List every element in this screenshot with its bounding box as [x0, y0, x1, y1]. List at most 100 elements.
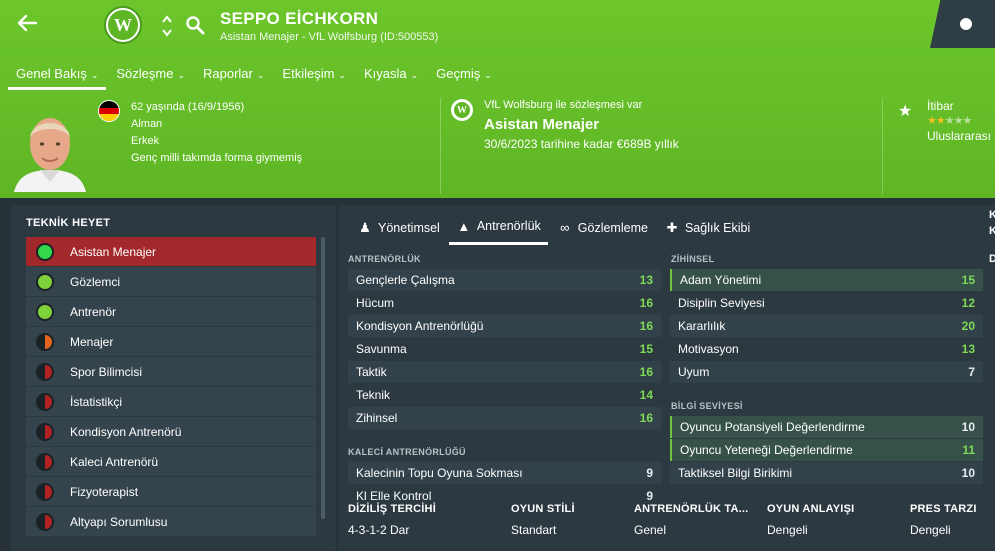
- reputation-label: İtibar: [927, 99, 954, 113]
- attribute-row[interactable]: Oyuncu Yeteneği Değerlendirme 11: [670, 439, 983, 461]
- nav-kiyasla[interactable]: Kıyasla ⌄: [356, 62, 426, 90]
- attribute-row[interactable]: Uyum 7: [670, 361, 983, 383]
- star-icon: ★: [898, 103, 913, 120]
- flag-germany-icon: [98, 100, 120, 122]
- attribute-label: Motivasyon: [678, 342, 739, 356]
- attribute-label: Gençlerle Çalışma: [356, 273, 455, 287]
- status-dot-icon: [36, 332, 54, 351]
- tab-yonetimsel[interactable]: ♟ Yönetimsel: [350, 213, 447, 245]
- tab-antrenorluk[interactable]: ▲ Antrenörlük: [448, 213, 548, 245]
- age-text: 62 yaşında (16/9/1956): [131, 101, 245, 113]
- nav-genel-bakis[interactable]: Genel Bakış ⌄: [8, 62, 107, 90]
- profile-nav: Genel Bakış ⌄ Sözleşme ⌄ Raporlar ⌄ Etkileş…: [8, 62, 502, 90]
- status-dot-icon: [36, 302, 54, 321]
- club-logo-letter: W: [108, 10, 138, 40]
- attribute-row[interactable]: Oyuncu Potansiyeli Değerlendirme 10: [670, 416, 983, 438]
- nationality-text: Alman: [131, 118, 163, 130]
- staff-item[interactable]: İstatistikçi: [26, 387, 316, 416]
- attribute-row[interactable]: Taktik 16: [348, 361, 661, 383]
- staff-item[interactable]: Antrenör: [26, 297, 316, 326]
- staff-item-label: Asistan Menajer: [70, 244, 157, 259]
- summary-value: 4-3-1-2 Dar: [348, 523, 410, 537]
- staff-item-label: Altyapı Sorumlusu: [70, 514, 168, 529]
- staff-item-label: Gözlemci: [70, 274, 121, 289]
- back-arrow-icon[interactable]: [16, 12, 42, 38]
- summary-label: ANTRENÖRLÜK TA...: [634, 503, 749, 515]
- attribute-row[interactable]: Kondisyon Antrenörlüğü 16: [348, 315, 661, 337]
- attribute-value: 7: [968, 365, 975, 379]
- attribute-label: Kondisyon Antrenörlüğü: [356, 319, 484, 333]
- staff-item[interactable]: Kondisyon Antrenörü: [26, 417, 316, 446]
- attribute-row[interactable]: Savunma 15: [348, 338, 661, 360]
- attribute-row[interactable]: Disiplin Seviyesi 12: [670, 292, 983, 314]
- attribute-value: 9: [646, 489, 653, 503]
- attribute-value: 9: [646, 466, 653, 480]
- staff-panel-title: TEKNİK HEYET: [26, 217, 111, 229]
- attribute-label: Hücum: [356, 296, 395, 310]
- attribute-value: 14: [639, 388, 653, 402]
- chevron-down-icon: ⌄: [90, 70, 99, 80]
- attribute-row[interactable]: Kalecinin Topu Oyuna Sokması 9: [348, 462, 661, 484]
- search-icon[interactable]: [184, 14, 206, 36]
- attribute-value: 15: [639, 342, 653, 356]
- staff-item[interactable]: Menajer: [26, 327, 316, 356]
- status-dot-icon: [36, 272, 54, 291]
- staff-item[interactable]: Fizyoterapist: [26, 477, 316, 506]
- staff-list: Asistan Menajer Gözlemci Antrenör Menajer Sp…: [26, 237, 316, 537]
- staff-item[interactable]: Altyapı Sorumlusu: [26, 507, 316, 536]
- person-icon: ♟: [359, 219, 371, 235]
- staff-item[interactable]: Kaleci Antrenörü: [26, 447, 316, 476]
- attribute-value: 16: [639, 365, 653, 379]
- attribute-label: Taktik: [356, 365, 387, 379]
- attribute-tabs: ♟ Yönetimsel ▲ Antrenörlük ∞ Gözlemleme ✚ Sa…: [350, 213, 759, 245]
- tab-saglik-ekibi[interactable]: ✚ Sağlık Ekibi: [657, 213, 757, 245]
- person-subtitle: Asistan Menajer - VfL Wolfsburg (ID:5005…: [220, 31, 439, 43]
- attribute-row[interactable]: Hücum 16: [348, 292, 661, 314]
- chevron-down-icon: ⌄: [256, 70, 265, 80]
- football-icon: [958, 16, 974, 32]
- attribute-row[interactable]: Motivasyon 13: [670, 338, 983, 360]
- status-dot-icon: [36, 392, 54, 411]
- attribute-row[interactable]: Kararlılık 20: [670, 315, 983, 337]
- staff-item-label: Spor Bilimcisi: [70, 364, 143, 379]
- person-name: SEPPO EİCHKORN: [220, 9, 379, 28]
- scrollbar[interactable]: [321, 237, 325, 519]
- staff-item-label: İstatistikçi: [70, 394, 123, 409]
- staff-item[interactable]: Gözlemci: [26, 267, 316, 296]
- status-dot-icon: [36, 512, 54, 531]
- staff-item[interactable]: Asistan Menajer: [26, 237, 316, 266]
- chevron-down-icon: ⌄: [338, 70, 346, 80]
- attribute-label: Savunma: [356, 342, 407, 356]
- contract-until: 30/6/2023 tarihine kadar €689B yıllık: [484, 137, 679, 151]
- tab-gozlemleme[interactable]: ∞ Gözlemleme: [550, 213, 655, 245]
- attribute-row[interactable]: Zihinsel 16: [348, 407, 661, 429]
- staff-item-label: Kaleci Antrenörü: [70, 454, 159, 469]
- summary-value: Dengeli: [910, 523, 951, 537]
- contract-role: Asistan Menajer: [484, 116, 600, 133]
- attribute-value: 20: [961, 319, 975, 333]
- attribute-row[interactable]: Gençlerle Çalışma 13: [348, 269, 661, 291]
- summary-value: Genel: [634, 523, 667, 537]
- attribute-row[interactable]: Teknik 14: [348, 384, 661, 406]
- staff-item[interactable]: Spor Bilimcisi: [26, 357, 316, 386]
- contract-club-logo[interactable]: W: [451, 99, 473, 121]
- attribute-value: 13: [961, 342, 975, 356]
- match-button[interactable]: [930, 0, 995, 48]
- nav-sozlesme[interactable]: Sözleşme ⌄: [108, 62, 193, 90]
- club-logo[interactable]: W: [104, 6, 142, 44]
- attribute-label: Disiplin Seviyesi: [678, 296, 765, 310]
- nav-raporlar[interactable]: Raporlar ⌄: [195, 62, 272, 90]
- attribute-row[interactable]: Adam Yönetimi 15: [670, 269, 983, 291]
- nav-etkilesim[interactable]: Etkileşim ⌄: [274, 62, 354, 90]
- status-dot-icon: [36, 422, 54, 441]
- attribute-value: 15: [961, 273, 975, 287]
- attribute-row[interactable]: Taktiksel Bilgi Birikimi 10: [670, 462, 983, 484]
- nav-gecmis[interactable]: Geçmiş ⌄: [428, 62, 500, 90]
- attribute-value: 11: [962, 443, 975, 457]
- summary-value: Standart: [511, 523, 557, 537]
- attribute-value: 10: [961, 466, 975, 480]
- sort-arrows-icon[interactable]: [160, 12, 174, 40]
- mental-title: ZİHİNSEL: [671, 254, 715, 264]
- summary-label: PRES TARZI: [910, 503, 977, 515]
- chevron-down-icon: ⌄: [484, 70, 492, 80]
